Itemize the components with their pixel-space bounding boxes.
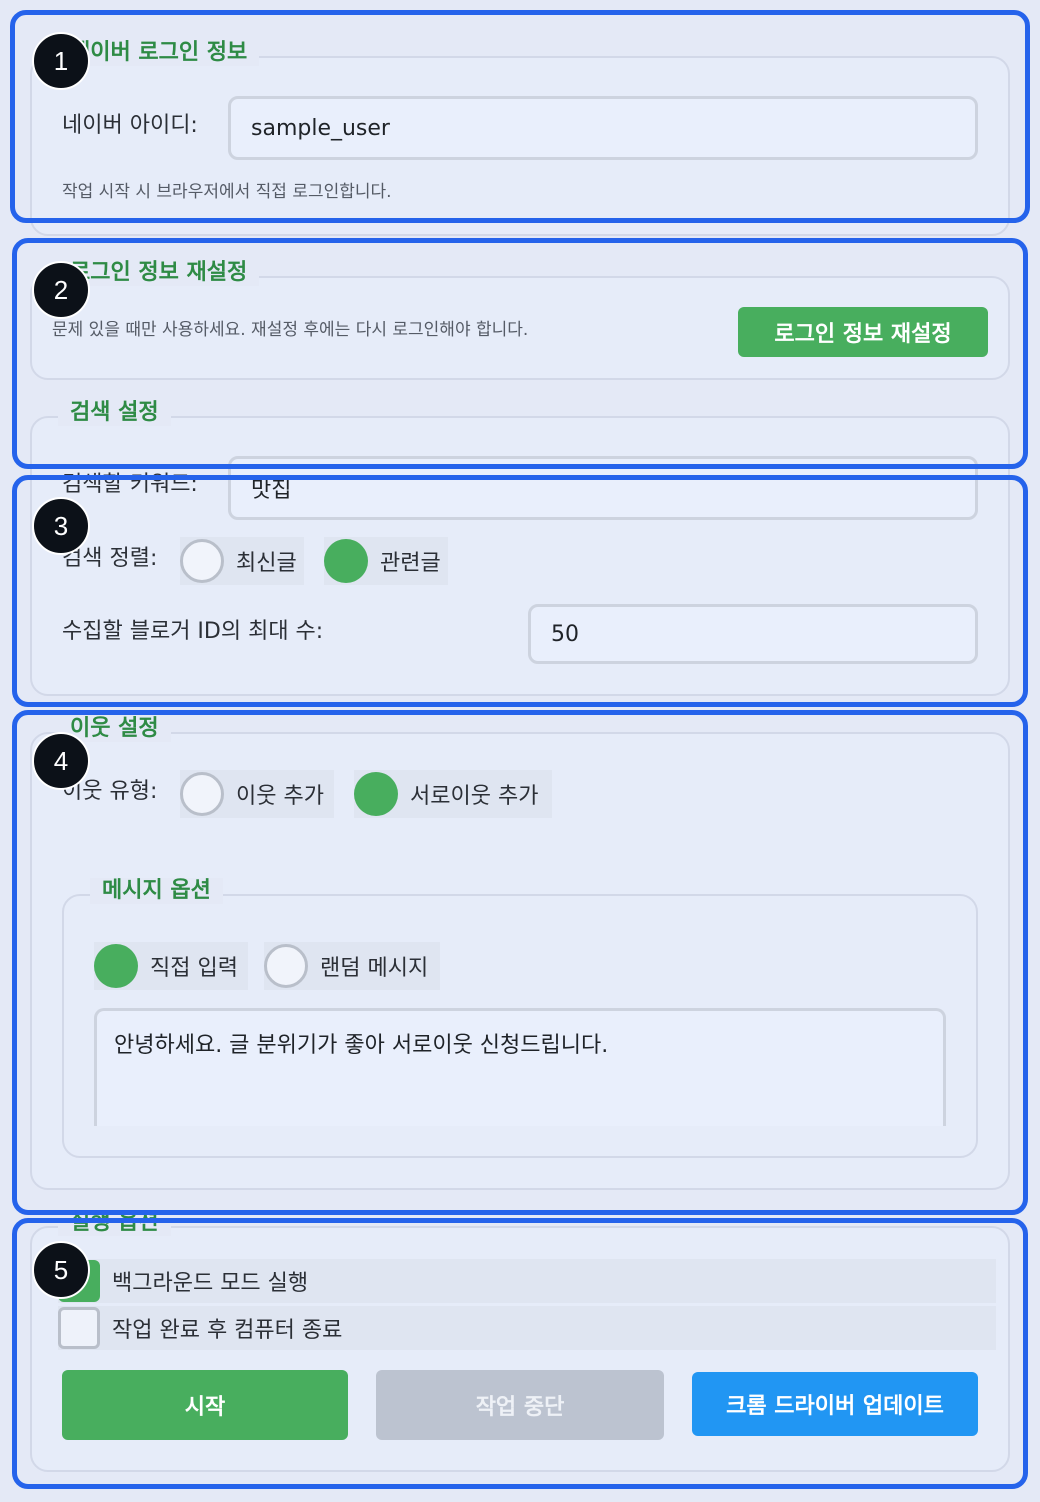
neighbor-option-mutual-label: 서로이웃 추가 bbox=[410, 784, 539, 809]
message-radio-direct[interactable]: 직접 입력 bbox=[94, 942, 248, 990]
message-legend: 메시지 옵션 bbox=[90, 878, 223, 904]
keyword-label: 검색할 키워드: bbox=[62, 472, 198, 497]
sort-radio-recent[interactable]: 최신글 bbox=[180, 537, 304, 585]
login-help-text: 작업 시작 시 브라우저에서 직접 로그인합니다. bbox=[62, 182, 392, 202]
background-mode-label: 백그라운드 모드 실행 bbox=[112, 1271, 309, 1296]
radio-checked-icon bbox=[354, 772, 398, 816]
background-mode-checkbox[interactable]: 백그라운드 모드 실행 bbox=[58, 1259, 996, 1303]
reset-help-text: 문제 있을 때만 사용하세요. 재설정 후에는 다시 로그인해야 합니다. bbox=[52, 320, 529, 340]
step-badge-1: 1 bbox=[32, 32, 90, 90]
run-legend: 실행 옵션 bbox=[58, 1210, 171, 1236]
shutdown-checkbox[interactable]: 작업 완료 후 컴퓨터 종료 bbox=[58, 1306, 996, 1350]
message-text: 안녕하세요. 글 분위기가 좋아 서로이웃 신청드립니다. bbox=[114, 1033, 609, 1058]
neighbor-radio-add[interactable]: 이웃 추가 bbox=[180, 770, 334, 818]
sort-option-relevance-label: 관련글 bbox=[380, 551, 441, 576]
sort-option-recent-label: 최신글 bbox=[236, 551, 297, 576]
keyword-input[interactable]: 맛집 bbox=[228, 456, 978, 520]
max-count-value: 50 bbox=[551, 621, 579, 647]
step-badge-2: 2 bbox=[32, 261, 90, 319]
chrome-driver-update-button[interactable]: 크롬 드라이버 업데이트 bbox=[692, 1372, 978, 1436]
naver-id-input[interactable]: sample_user bbox=[228, 96, 978, 160]
start-button[interactable]: 시작 bbox=[62, 1370, 348, 1440]
message-textarea[interactable]: 안녕하세요. 글 분위기가 좋아 서로이웃 신청드립니다. bbox=[94, 1008, 946, 1126]
max-count-input[interactable]: 50 bbox=[528, 604, 978, 664]
sort-radio-relevance[interactable]: 관련글 bbox=[324, 537, 448, 585]
shutdown-label: 작업 완료 후 컴퓨터 종료 bbox=[112, 1318, 343, 1343]
neighbor-option-add-label: 이웃 추가 bbox=[236, 784, 324, 809]
naver-id-value: sample_user bbox=[251, 115, 390, 141]
max-count-label: 수집할 블로거 ID의 최대 수: bbox=[62, 619, 324, 644]
neighbor-radio-mutual[interactable]: 서로이웃 추가 bbox=[354, 770, 552, 818]
message-option-random-label: 랜덤 메시지 bbox=[320, 956, 429, 981]
message-option-direct-label: 직접 입력 bbox=[150, 956, 238, 981]
radio-checked-icon bbox=[94, 944, 138, 988]
radio-checked-icon bbox=[324, 539, 368, 583]
step-badge-3: 3 bbox=[32, 497, 90, 555]
keyword-value: 맛집 bbox=[251, 478, 292, 503]
checkbox-unchecked-icon bbox=[58, 1307, 100, 1349]
message-radio-random[interactable]: 랜덤 메시지 bbox=[264, 942, 440, 990]
radio-unchecked-icon bbox=[180, 539, 224, 583]
search-legend: 검색 설정 bbox=[58, 400, 171, 426]
step-badge-4: 4 bbox=[32, 732, 90, 790]
reset-login-button[interactable]: 로그인 정보 재설정 bbox=[738, 307, 988, 357]
stop-button[interactable]: 작업 중단 bbox=[376, 1370, 664, 1440]
radio-unchecked-icon bbox=[264, 944, 308, 988]
radio-unchecked-icon bbox=[180, 772, 224, 816]
naver-id-label: 네이버 아이디: bbox=[62, 113, 198, 138]
step-badge-5: 5 bbox=[32, 1241, 90, 1299]
